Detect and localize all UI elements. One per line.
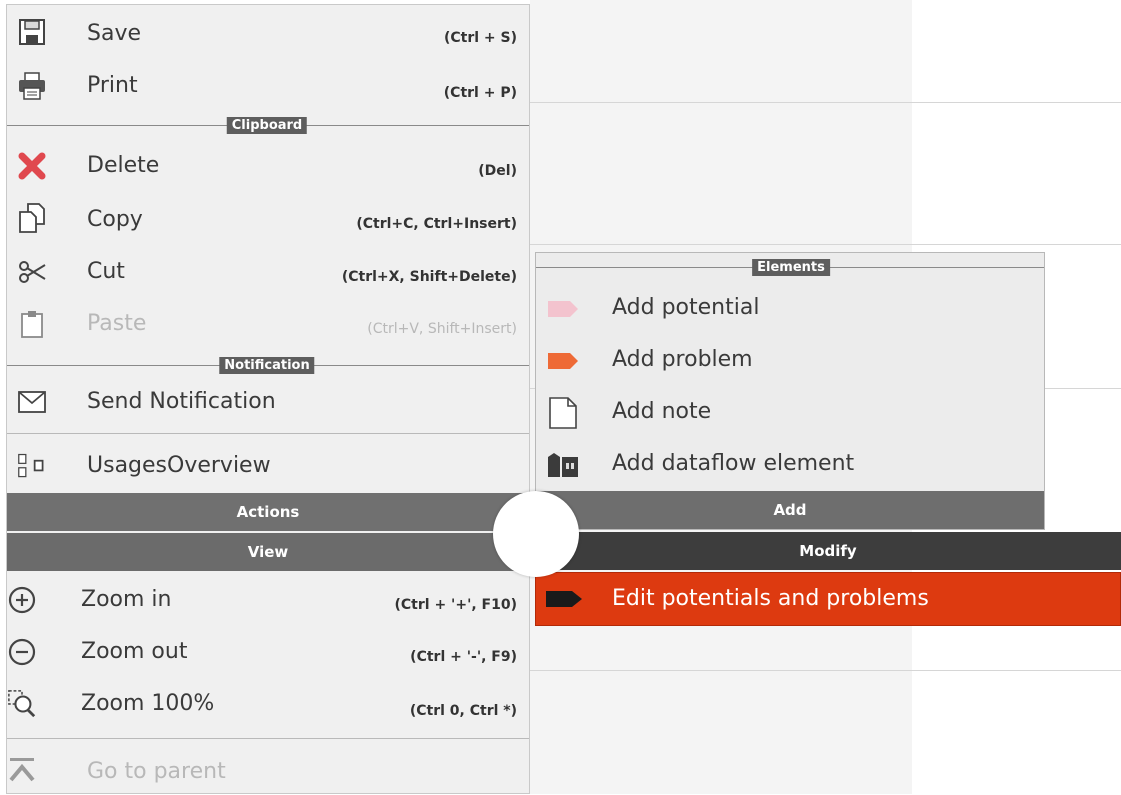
tab-actions[interactable]: Actions	[7, 493, 529, 531]
envelope-icon	[17, 387, 47, 417]
menu-item-zoom-in[interactable]: Zoom in (Ctrl + '+', F10)	[7, 577, 529, 627]
menu-item-zoom-out[interactable]: Zoom out (Ctrl + '-', F9)	[7, 629, 529, 679]
menu-item-add-note[interactable]: Add note	[536, 387, 1044, 439]
menu-item-label: Save	[87, 21, 142, 46]
shortcut-text: (Ctrl + P)	[443, 85, 517, 101]
menu-item-label: Add note	[612, 399, 712, 424]
section-title-clipboard: Clipboard	[226, 117, 308, 134]
shortcut-text: (Ctrl + '+', F10)	[394, 597, 518, 613]
menu-item-label: Cut	[87, 259, 125, 284]
tab-label: Modify	[799, 542, 857, 560]
menu-item-label: Copy	[87, 207, 143, 232]
menu-item-label: Add potential	[612, 295, 760, 320]
menu-item-label: Send Notification	[87, 389, 276, 414]
menu-item-label: Paste	[87, 311, 147, 336]
print-icon	[17, 71, 47, 101]
shortcut-text: (Ctrl+V, Shift+Insert)	[367, 321, 517, 337]
section-divider	[7, 433, 529, 434]
menu-item-label: Go to parent	[87, 759, 226, 784]
menu-item-add-potential[interactable]: Add potential	[536, 283, 1044, 335]
menu-item-zoom-100[interactable]: Zoom 100% (Ctrl 0, Ctrl *)	[7, 681, 529, 733]
menu-item-label: Add dataflow element	[612, 451, 855, 476]
menu-item-send-notification[interactable]: Send Notification	[7, 375, 529, 431]
context-menu: Save (Ctrl + S) Print (Ctrl + P) Clipboa…	[6, 4, 530, 794]
canvas-gridline	[530, 670, 1121, 671]
cursor-highlight	[493, 491, 579, 577]
delete-icon	[17, 151, 47, 181]
menu-item-label: Zoom in	[81, 587, 172, 612]
tab-modify[interactable]: Modify	[535, 532, 1121, 570]
shortcut-text: (Ctrl+X, Shift+Delete)	[341, 269, 517, 285]
tab-label: Actions	[236, 503, 300, 521]
menu-item-paste: Paste (Ctrl+V, Shift+Insert)	[7, 303, 529, 353]
menu-item-label: Edit potentials and problems	[612, 586, 929, 611]
shortcut-text: (Ctrl+C, Ctrl+Insert)	[356, 216, 517, 232]
note-icon	[546, 397, 580, 429]
documents-icon	[17, 451, 47, 481]
menu-item-save[interactable]: Save (Ctrl + S)	[7, 9, 529, 53]
section-divider	[7, 738, 529, 739]
canvas-gridline	[530, 102, 1121, 103]
menu-item-copy[interactable]: Copy (Ctrl+C, Ctrl+Insert)	[7, 195, 529, 247]
menu-item-go-to-parent: Go to parent	[7, 743, 529, 795]
menu-item-label: Zoom out	[81, 639, 188, 664]
add-submenu: Elements Add potential Add problem Add n…	[535, 252, 1045, 530]
paste-icon	[17, 309, 47, 339]
zoom-reset-icon	[7, 689, 37, 719]
dataflow-icon	[546, 450, 580, 480]
tab-label: Add	[773, 501, 807, 519]
scissors-icon	[17, 257, 47, 287]
edit-tag-icon	[544, 588, 584, 614]
copy-icon	[17, 203, 47, 233]
potential-tag-icon	[546, 294, 580, 324]
go-to-parent-icon	[7, 755, 37, 785]
zoom-in-icon	[7, 585, 37, 615]
save-icon	[17, 17, 47, 47]
menu-item-delete[interactable]: Delete (Del)	[7, 141, 529, 193]
menu-item-print[interactable]: Print (Ctrl + P)	[7, 59, 529, 107]
menu-item-label: Delete	[87, 153, 160, 178]
problem-tag-icon	[546, 346, 580, 376]
zoom-out-icon	[7, 637, 37, 667]
tab-view[interactable]: View	[7, 533, 529, 571]
canvas-gridline	[530, 244, 1121, 245]
menu-item-cut[interactable]: Cut (Ctrl+X, Shift+Delete)	[7, 249, 529, 301]
menu-item-add-dataflow-element[interactable]: Add dataflow element	[536, 439, 1044, 491]
tab-label: View	[247, 543, 289, 561]
menu-item-label: Print	[87, 73, 138, 98]
menu-item-label: UsagesOverview	[87, 453, 271, 478]
tab-add[interactable]: Add	[536, 491, 1044, 529]
shortcut-text: (Ctrl + '-', F9)	[410, 649, 517, 665]
section-title-notification: Notification	[219, 357, 315, 374]
section-title-elements: Elements	[752, 259, 830, 276]
menu-item-usages-overview[interactable]: UsagesOverview	[7, 437, 529, 493]
shortcut-text: (Ctrl + S)	[443, 30, 517, 46]
menu-item-add-problem[interactable]: Add problem	[536, 335, 1044, 387]
shortcut-text: (Ctrl 0, Ctrl *)	[409, 703, 517, 719]
menu-item-label: Zoom 100%	[81, 691, 215, 716]
shortcut-text: (Del)	[478, 163, 517, 179]
menu-item-label: Add problem	[612, 347, 753, 372]
menu-item-edit-potentials-and-problems[interactable]: Edit potentials and problems	[535, 572, 1121, 626]
